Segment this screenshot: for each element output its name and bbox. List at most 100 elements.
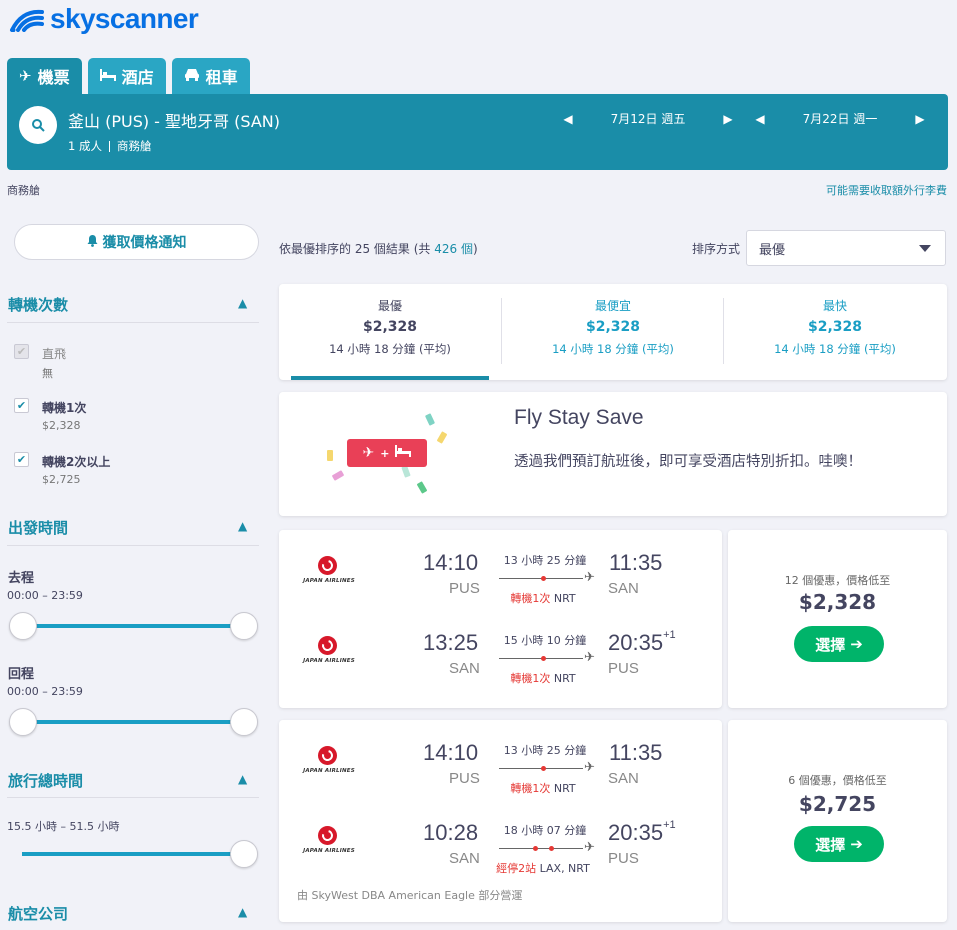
- departure-time: 10:28: [423, 820, 479, 845]
- operated-by-note: 由 SkyWest DBA American Eagle 部分營運: [297, 889, 523, 902]
- outbound-slider-max-handle[interactable]: [230, 612, 258, 640]
- tab-car-hire[interactable]: 租車: [171, 58, 250, 94]
- flight-result-itinerary[interactable]: JAPAN AIRLINES 14:10 PUS 13 小時 25 分鐘 ✈ 轉…: [279, 530, 722, 708]
- japan-airlines-logo: JAPAN AIRLINES: [301, 556, 357, 592]
- tab-hotels[interactable]: 酒店: [87, 58, 166, 94]
- direct-checkbox[interactable]: ✔: [14, 344, 29, 359]
- chevron-up-icon[interactable]: ▲: [238, 296, 247, 310]
- sort-value: 最優: [759, 242, 786, 258]
- arrow-right-icon: ➔: [850, 635, 863, 653]
- results-total-link[interactable]: 426 個: [434, 242, 473, 256]
- bed-icon: [99, 67, 116, 85]
- select-label: 選擇: [815, 635, 846, 654]
- price-alert-button[interactable]: 獲取價格通知: [14, 224, 259, 260]
- logo-text: skyscanner: [50, 3, 199, 34]
- arrival-airport: SAN: [608, 580, 639, 597]
- confetti: [401, 465, 411, 478]
- sort-tab-price: $2,328: [585, 319, 641, 335]
- stop-dot: [533, 846, 538, 851]
- sort-tab-cheapest[interactable]: 最便宜 $2,328 14 小時 18 分鐘 (平均): [502, 284, 724, 380]
- sort-tab-best[interactable]: 最優 $2,328 14 小時 18 分鐘 (平均): [279, 284, 501, 380]
- select-flight-button[interactable]: 選擇 ➔: [794, 626, 884, 662]
- stop-dot: [549, 846, 554, 851]
- passenger-cabin-summary[interactable]: 1 成人 商務艙: [68, 138, 151, 154]
- prev-return-date-button[interactable]: ◀: [750, 112, 770, 126]
- cabin-class-label: 商務艙: [7, 184, 40, 197]
- tab-hotels-label: 酒店: [121, 68, 154, 87]
- two-plus-stops-checkbox[interactable]: ✔: [14, 452, 29, 467]
- return-slider-max-handle[interactable]: [230, 708, 258, 736]
- divider: [7, 322, 259, 323]
- plane-icon: ✈: [362, 445, 375, 461]
- sort-label: 排序方式: [692, 242, 741, 256]
- departure-airport: PUS: [449, 580, 480, 597]
- one-stop-checkbox[interactable]: ✔: [14, 398, 29, 413]
- plane-icon: ✈: [584, 650, 595, 665]
- plane-icon: ✈: [584, 760, 595, 775]
- fly-stay-save-banner[interactable]: ✈ + Fly Stay Save 透過我們預訂航班後，即可享受酒店特別折扣。哇…: [279, 392, 947, 516]
- outbound-slider-min-handle[interactable]: [9, 612, 37, 640]
- extra-baggage-fee-link[interactable]: 可能需要收取額外行李費: [826, 182, 947, 198]
- stops-info: 轉機1次 NRT: [510, 592, 576, 605]
- route-text[interactable]: 釜山 (PUS) - 聖地牙哥 (SAN): [68, 108, 280, 132]
- cabin-class: 商務艙: [116, 139, 152, 153]
- direct-label: 直飛: [42, 347, 67, 361]
- japan-airlines-logo: JAPAN AIRLINES: [301, 636, 357, 672]
- stops-filter-title[interactable]: 轉機次數: [8, 294, 68, 315]
- prev-depart-date-button[interactable]: ◀: [558, 112, 578, 126]
- arrival-airport: SAN: [608, 770, 639, 787]
- return-slider-min-handle[interactable]: [9, 708, 37, 736]
- duration-slider-track[interactable]: [22, 852, 244, 856]
- return-date-nav: ◀ 7月22日 週一 ▶: [750, 110, 930, 127]
- bell-icon: [87, 234, 98, 251]
- departure-airport: PUS: [449, 770, 480, 787]
- chevron-up-icon[interactable]: ▲: [238, 519, 247, 533]
- next-depart-date-button[interactable]: ▶: [718, 112, 738, 126]
- arrival-airport: PUS: [608, 850, 639, 867]
- airlines-filter-title[interactable]: 航空公司: [8, 903, 68, 924]
- leg-duration: 13 小時 25 分鐘: [503, 554, 587, 567]
- duration-slider-handle[interactable]: [230, 840, 258, 868]
- depart-date[interactable]: 7月12日 週五: [578, 110, 718, 127]
- stop-dot: [541, 656, 546, 661]
- plane-icon: ✈: [584, 570, 595, 585]
- outbound-slider-track[interactable]: [22, 624, 244, 628]
- plus-icon: +: [380, 446, 390, 460]
- stops-info: 經停2站 LAX, NRT: [496, 862, 590, 875]
- tab-flights[interactable]: ✈ 機票: [7, 58, 82, 94]
- sort-tab-title: 最便宜: [594, 299, 631, 313]
- next-return-date-button[interactable]: ▶: [910, 112, 930, 126]
- chevron-up-icon[interactable]: ▲: [238, 772, 247, 786]
- one-stop-price: $2,328: [42, 419, 81, 432]
- chevron-up-icon[interactable]: ▲: [238, 905, 247, 919]
- departure-airport: SAN: [449, 850, 480, 867]
- stop-dot: [541, 766, 546, 771]
- stop-dot: [541, 576, 546, 581]
- search-button[interactable]: [19, 106, 57, 144]
- plane-icon: ✈: [19, 67, 32, 85]
- search-summary-bar: 釜山 (PUS) - 聖地牙哥 (SAN) 1 成人 商務艙 ◀ 7月12日 週五…: [7, 94, 948, 170]
- departure-times-filter-title[interactable]: 出發時間: [8, 517, 68, 538]
- bed-icon: [395, 445, 412, 461]
- leg-duration: 15 小時 10 分鐘: [503, 634, 587, 647]
- outbound-time-range: 00:00 – 23:59: [7, 589, 83, 602]
- product-tabs: ✈ 機票 酒店 租車: [7, 58, 250, 94]
- duration-range: 15.5 小時 – 51.5 小時: [7, 820, 120, 833]
- arrival-time: 20:35+1: [608, 628, 676, 655]
- duration-filter-title[interactable]: 旅行總時間: [8, 770, 83, 791]
- return-time-range: 00:00 – 23:59: [7, 685, 83, 698]
- return-date[interactable]: 7月22日 週一: [770, 110, 910, 127]
- two-plus-stops-label: 轉機2次以上: [42, 455, 111, 469]
- sort-tab-duration: 14 小時 18 分鐘 (平均): [774, 342, 896, 356]
- plane-plus-hotel-badge: ✈ +: [347, 439, 427, 467]
- flight-result-itinerary[interactable]: JAPAN AIRLINES 14:10 PUS 13 小時 25 分鐘 ✈ 轉…: [279, 720, 722, 922]
- skyscanner-logo[interactable]: skyscanner: [8, 3, 199, 34]
- confetti: [331, 470, 345, 481]
- sort-dropdown[interactable]: 最優: [746, 230, 946, 266]
- return-slider-track[interactable]: [22, 720, 244, 724]
- confetti: [436, 431, 448, 444]
- sort-tab-fastest[interactable]: 最快 $2,328 14 小時 18 分鐘 (平均): [724, 284, 946, 380]
- outbound-label: 去程: [8, 571, 35, 586]
- select-flight-button[interactable]: 選擇 ➔: [794, 826, 884, 862]
- leg-duration: 18 小時 07 分鐘: [503, 824, 587, 837]
